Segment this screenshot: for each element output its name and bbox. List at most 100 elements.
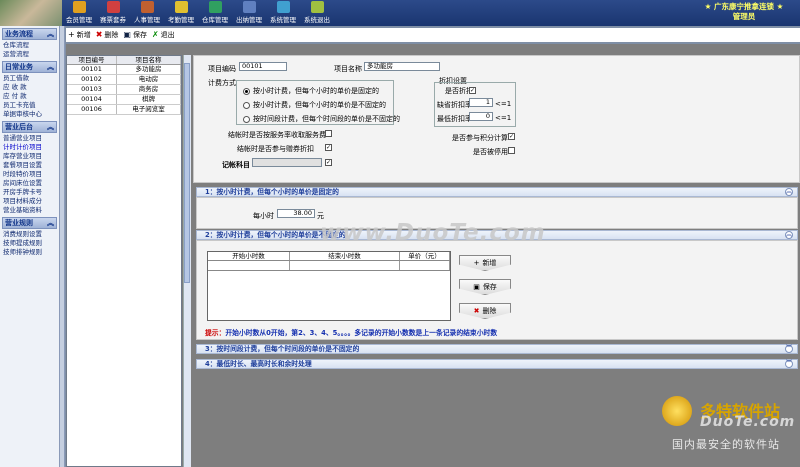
menu-member[interactable]: 会员管理 (62, 0, 96, 26)
hint-text: 提示：开始小时数从0开始，第2、3、4、5。。。。多记录的开始小数数是上一条记录… (205, 329, 498, 337)
sidebar-section-business[interactable]: 营业后台 ︽ (2, 121, 57, 133)
delete-icon: ✖ (95, 30, 103, 39)
name-label: 项目名称 (334, 65, 362, 73)
chevron-down-icon[interactable]: ︾ (785, 360, 793, 368)
sidebar-item-active[interactable]: 计时计价项目 (0, 143, 59, 152)
rate-unit: <=1 (495, 114, 512, 122)
sidebar-item[interactable]: 营业基础资料 (0, 206, 59, 215)
price-grid[interactable]: 开始小时数 结束小时数 单价（元） (207, 251, 451, 321)
item-list[interactable]: 项目编号 项目名称 00101 多功能房 00102 电动房 00103 商务房 00… (66, 55, 182, 467)
table-row[interactable]: 00106 电子阅览室 (67, 105, 181, 115)
list-header: 项目编号 项目名称 (67, 56, 181, 65)
account-dropdown-button[interactable]: ✓ (325, 159, 332, 166)
table-row[interactable]: 00103 商务房 (67, 85, 181, 95)
panel3-header[interactable]: 3：按时间段计费，但每个时间段的单价是不固定的 (196, 344, 798, 354)
table-row[interactable] (208, 261, 450, 271)
account-field[interactable] (252, 158, 322, 167)
billing-option-1[interactable]: 按小时计费，但每个小时的单价是固定的 (243, 86, 379, 96)
sidebar-item[interactable]: 应 付 款 (0, 92, 59, 101)
billing-options: 按小时计费，但每个小时的单价是固定的 按小时计费，但每个小时的单价是不固定的 按… (236, 80, 400, 125)
code-field[interactable]: 00101 (239, 62, 287, 71)
sidebar-splitter[interactable] (60, 26, 65, 467)
sidebar-item[interactable]: 单据审核中心 (0, 110, 59, 119)
save-button[interactable]: ▣ 保存 (123, 30, 147, 40)
per-hour-field[interactable]: 38.00 (277, 209, 315, 218)
sidebar-item[interactable]: 员工借款 (0, 74, 59, 83)
plus-icon: + (473, 259, 480, 267)
new-button[interactable]: + 新增 (68, 30, 91, 40)
sidebar-section-process[interactable]: 业务流程 ︽ (2, 28, 57, 40)
grid-add-button[interactable]: + 新增 (459, 255, 511, 271)
billing-option-2[interactable]: 按小时计费，但每个小时的单价是不固定的 (243, 100, 386, 110)
sidebar-item[interactable]: 项目材料成分 (0, 197, 59, 206)
table-row[interactable]: 00102 电动房 (67, 75, 181, 85)
chevron-up-icon[interactable]: ︽ (785, 188, 793, 196)
billing-option-3[interactable]: 按时间段计费，但每个时间段的单价是不固定的 (243, 114, 400, 124)
sidebar-item[interactable]: 应 收 款 (0, 83, 59, 92)
service-fee-checkbox[interactable] (325, 130, 332, 137)
logo-image (0, 0, 62, 26)
disabled-checkbox[interactable] (508, 147, 515, 154)
menu-hr[interactable]: 人事管理 (130, 0, 164, 26)
name-field[interactable]: 多功能房 (364, 62, 440, 71)
member-icon (72, 1, 86, 13)
chevron-down-icon[interactable]: ︾ (785, 345, 793, 353)
radio-icon (243, 87, 250, 95)
sidebar-item[interactable]: 普通营业项目 (0, 134, 59, 143)
points-label: 是否参与积分计算 (452, 134, 508, 142)
menu-cashier[interactable]: 出纳管理 (232, 0, 266, 26)
sidebar-item[interactable]: 技师排钟规则 (0, 248, 59, 257)
floppy-icon: ▣ (473, 283, 480, 291)
grid-save-button[interactable]: ▣ 保存 (459, 279, 511, 295)
header-name: 项目名称 (117, 56, 181, 64)
grid-delete-button[interactable]: ✖ 删除 (459, 303, 511, 319)
menu-ticket[interactable]: 赛票套券 (96, 0, 130, 26)
sidebar-section-rules[interactable]: 营业规则 ︽ (2, 217, 57, 229)
sidebar-item[interactable]: 消费规则设置 (0, 230, 59, 239)
service-fee-label: 结帐时是否按服务率收取服务费 (228, 131, 326, 139)
sidebar-item[interactable]: 员工卡充值 (0, 101, 59, 110)
sidebar-section-daily[interactable]: 日常业务 ︽ (2, 61, 57, 73)
sidebar-item[interactable]: 技师提成规则 (0, 239, 59, 248)
sidebar-item[interactable]: 仓库流程 (0, 41, 59, 50)
per-hour-label: 每小时 (253, 212, 274, 220)
chevron-up-icon[interactable]: ︽ (785, 231, 793, 239)
sidebar-item[interactable]: 时段特价项目 (0, 170, 59, 179)
header-end: 结束小时数 (290, 252, 400, 260)
exit-icon: ✗ (151, 30, 159, 39)
panel1-header[interactable]: 1：按小时计费，但每个小时的单价是固定的 (196, 187, 798, 197)
sidebar-item[interactable]: 运营流程 (0, 50, 59, 59)
cashier-icon (242, 1, 256, 13)
scrollbar-thumb[interactable] (184, 63, 190, 283)
person-icon (140, 1, 154, 13)
min-rate-label: 最低折扣率 (437, 115, 472, 123)
points-checkbox[interactable]: ✓ (508, 133, 515, 140)
rate-unit: <=1 (495, 100, 512, 108)
floppy-icon: ▣ (123, 30, 131, 39)
default-rate-field[interactable]: 1 (469, 98, 493, 107)
menu-attendance[interactable]: 考勤管理 (164, 0, 198, 26)
delete-button[interactable]: ✖ 删除 (96, 30, 119, 40)
user-role: 管理员 (732, 12, 756, 21)
menu-exit[interactable]: 系统退出 (300, 0, 334, 26)
header-code: 项目编号 (67, 56, 117, 64)
header-start: 开始小时数 (208, 252, 290, 260)
sidebar-item[interactable]: 套餐项目设置 (0, 161, 59, 170)
exit-button[interactable]: ✗ 退出 (152, 30, 175, 40)
sidebar-item[interactable]: 开房手牌卡号 (0, 188, 59, 197)
grid-header: 开始小时数 结束小时数 单价（元） (208, 252, 450, 261)
table-row[interactable]: 00101 多功能房 (67, 65, 181, 75)
delete-icon: ✖ (473, 307, 480, 315)
panel4-header[interactable]: 4：最低时长、最高时长和余时处理 (196, 359, 798, 369)
menu-warehouse[interactable]: 仓库管理 (198, 0, 232, 26)
participate-discount-checkbox[interactable]: ✓ (325, 144, 332, 151)
sidebar-item[interactable]: 房间床位设置 (0, 179, 59, 188)
plus-icon: + (68, 30, 75, 39)
sidebar-item[interactable]: 库存营业项目 (0, 152, 59, 161)
allow-discount-checkbox[interactable]: ✓ (469, 87, 476, 94)
main-menu: 会员管理 赛票套券 人事管理 考勤管理 仓库管理 出纳管理 系统管理 系统退出 (62, 0, 334, 26)
min-rate-field[interactable]: 0 (469, 112, 493, 121)
menu-system[interactable]: 系统管理 (266, 0, 300, 26)
item-form: 项目编码 00101 项目名称 多功能房 计费方式 按小时计费，但每个小时的单价… (193, 55, 800, 183)
table-row[interactable]: 00104 棋牌 (67, 95, 181, 105)
